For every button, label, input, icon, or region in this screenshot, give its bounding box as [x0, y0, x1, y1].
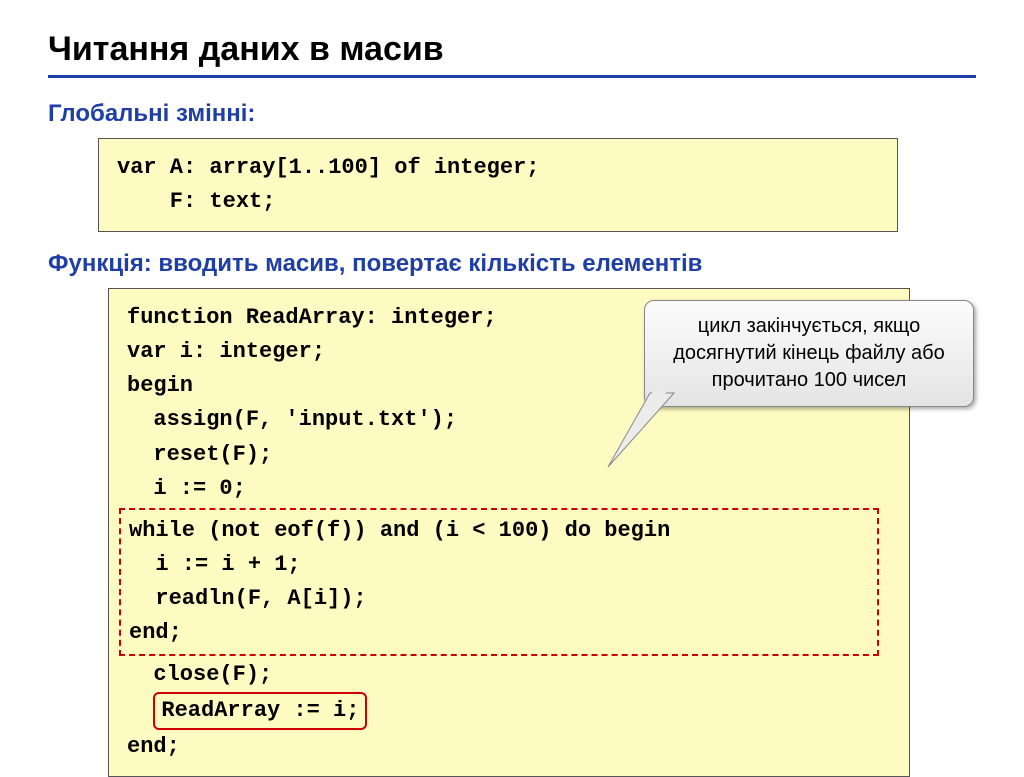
- code-line: while (not eof(f)) and (i < 100) do begi…: [129, 518, 670, 543]
- slide-title: Читання даних в масив: [48, 30, 976, 69]
- code-line: readln(F, A[i]);: [129, 586, 367, 611]
- return-highlight-box: ReadArray := i;: [153, 692, 367, 730]
- code-line: var i: integer;: [127, 339, 325, 364]
- code-line: i := i + 1;: [129, 552, 301, 577]
- code-line: end;: [127, 734, 180, 759]
- code-line: var A: array[1..100] of integer;: [117, 155, 539, 180]
- code-line: reset(F);: [127, 442, 272, 467]
- code-line: begin: [127, 373, 193, 398]
- section-function-label: Функція: вводить масив, повертає кількіс…: [48, 250, 976, 278]
- code-line: end;: [129, 620, 182, 645]
- code-line: F: text;: [117, 189, 275, 214]
- title-underline: [48, 75, 976, 78]
- code-line: i := 0;: [127, 476, 246, 501]
- callout-text: цикл закінчується, якщо досягнутий кінец…: [644, 300, 974, 407]
- loop-highlight-box: while (not eof(f)) and (i < 100) do begi…: [119, 508, 879, 656]
- code-line: function ReadArray: integer;: [127, 305, 497, 330]
- code-line: assign(F, 'input.txt');: [127, 407, 457, 432]
- callout: цикл закінчується, якщо досягнутий кінец…: [644, 300, 974, 407]
- code-globals: var A: array[1..100] of integer; F: text…: [98, 138, 898, 232]
- code-line: close(F);: [127, 662, 272, 687]
- code-line: ReadArray := i;: [161, 698, 359, 723]
- section-globals-label: Глобальні змінні:: [48, 100, 976, 128]
- callout-tail-icon: [606, 389, 676, 469]
